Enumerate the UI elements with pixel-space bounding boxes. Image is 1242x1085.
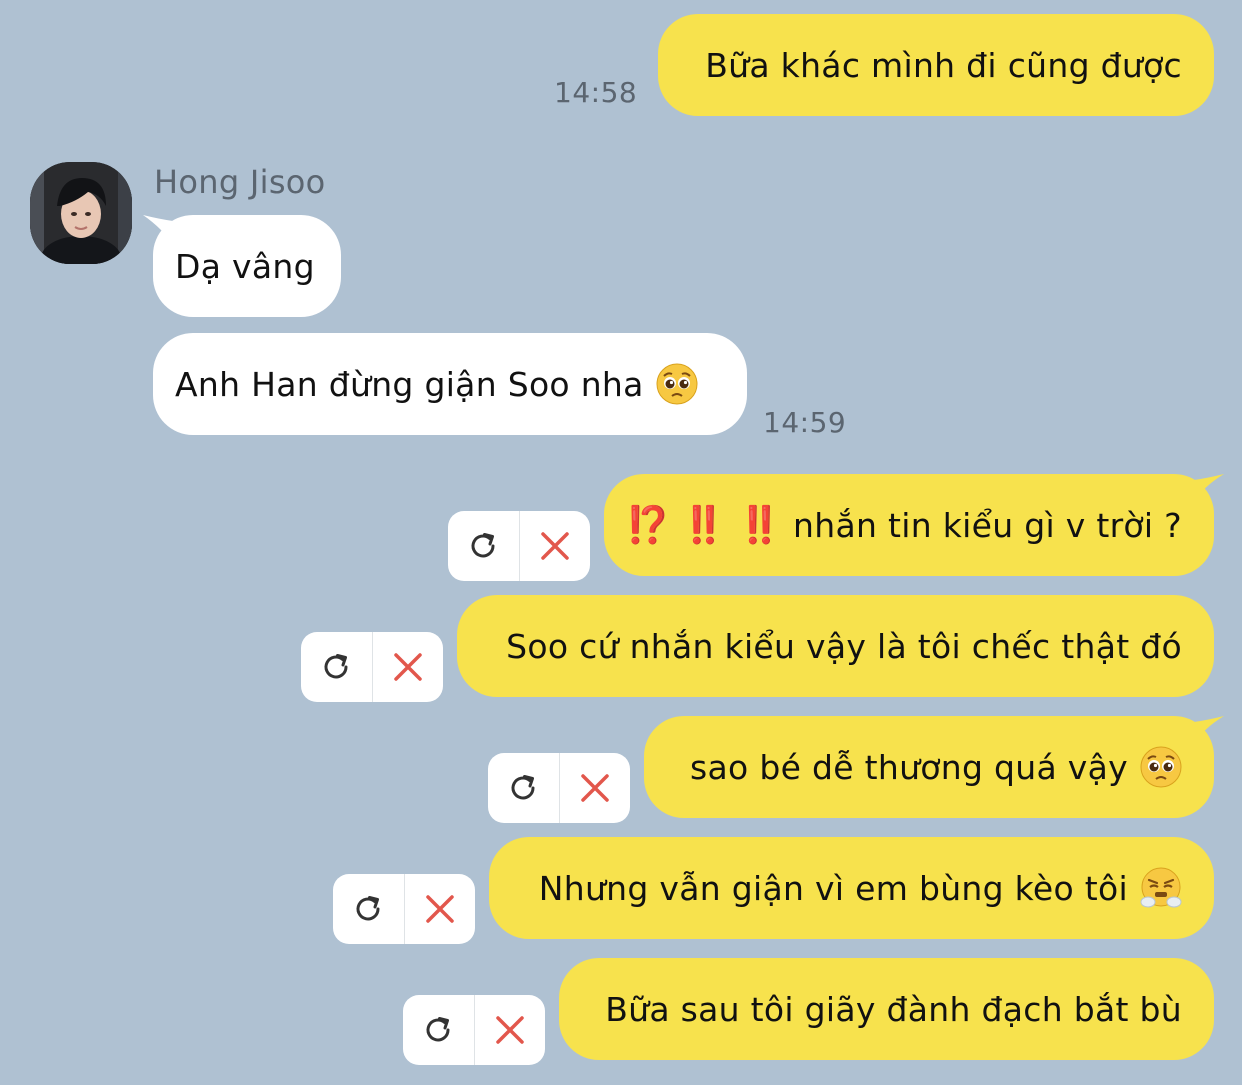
retry-icon [511, 775, 535, 800]
pleading-face-emoji [656, 363, 698, 405]
delete-button[interactable] [475, 995, 546, 1065]
avatar[interactable] [30, 162, 132, 264]
double-exclamation-emoji: ‼️ [681, 505, 726, 546]
delete-button[interactable] [520, 511, 591, 581]
pleading-face-emoji [1140, 746, 1182, 788]
failed-message-actions [333, 874, 475, 944]
message-text: Anh Han đừng giận Soo nha [175, 364, 644, 404]
outgoing-message-bubble[interactable]: Bữa khác mình đi cũng được [658, 14, 1214, 116]
delete-button[interactable] [373, 632, 444, 702]
message-text: Bữa sau tôi giãy đành đạch bắt bù [605, 989, 1182, 1029]
message-text: sao bé dễ thương quá vậy [690, 747, 1128, 787]
close-icon [541, 532, 569, 560]
bubble-tail [143, 215, 173, 245]
close-icon [426, 895, 454, 923]
failed-message-actions [403, 995, 545, 1065]
interrobang-emoji: ⁉️ [625, 505, 671, 546]
outgoing-message-bubble[interactable]: Soo cứ nhắn kiểu vậy là tôi chếc thật đó [457, 595, 1214, 697]
face-with-steam-from-nose-emoji [1140, 867, 1182, 908]
failed-message-actions [301, 632, 443, 702]
retry-icon [426, 1017, 450, 1042]
avatar-photo [30, 162, 132, 264]
close-icon [394, 653, 422, 681]
retry-icon [324, 654, 348, 679]
failed-message-actions [488, 753, 630, 823]
message-text: Bữa khác mình đi cũng được [705, 45, 1182, 85]
sender-name: Hong Jisoo [154, 163, 326, 201]
double-exclamation-emoji: ‼️ [737, 505, 782, 546]
close-icon [581, 774, 609, 802]
message-text: nhắn tin kiểu gì v trời ? [793, 505, 1182, 545]
outgoing-message-bubble[interactable]: sao bé dễ thương quá vậy [644, 716, 1224, 818]
retry-icon [471, 533, 495, 558]
incoming-message-bubble[interactable]: Anh Han đừng giận Soo nha [153, 333, 747, 435]
message-timestamp: 14:59 [763, 406, 847, 439]
outgoing-message-bubble[interactable]: Nhưng vẫn giận vì em bùng kèo tôi [489, 837, 1214, 939]
failed-message-actions [448, 511, 590, 581]
message-text: Soo cứ nhắn kiểu vậy là tôi chếc thật đó [506, 626, 1182, 666]
retry-button[interactable] [301, 632, 373, 702]
retry-button[interactable] [448, 511, 520, 581]
retry-button[interactable] [488, 753, 560, 823]
outgoing-message-bubble[interactable]: Bữa sau tôi giãy đành đạch bắt bù [559, 958, 1214, 1060]
delete-button[interactable] [560, 753, 631, 823]
bubble-tail [1194, 716, 1224, 744]
incoming-message-bubble[interactable]: Dạ vâng [143, 215, 341, 317]
retry-icon [356, 896, 380, 921]
message-text: Nhưng vẫn giận vì em bùng kèo tôi [538, 868, 1128, 908]
close-icon [496, 1016, 524, 1044]
delete-button[interactable] [405, 874, 476, 944]
retry-button[interactable] [403, 995, 475, 1065]
retry-button[interactable] [333, 874, 405, 944]
message-text: Dạ vâng [175, 246, 315, 286]
bubble-tail [1194, 474, 1224, 502]
outgoing-message-bubble[interactable]: ⁉️ ‼️ ‼️ nhắn tin kiểu gì v trời ? [604, 474, 1224, 576]
message-timestamp: 14:58 [554, 76, 638, 109]
